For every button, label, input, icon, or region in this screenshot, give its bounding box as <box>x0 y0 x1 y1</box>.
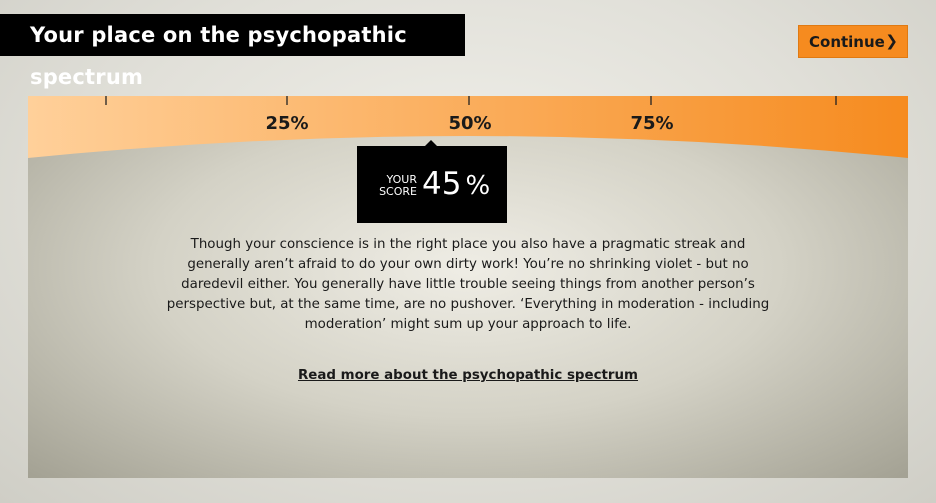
tick-label-75: 75% <box>630 113 674 134</box>
page-title: Your place on the psychopathic spectrum <box>0 14 465 89</box>
result-panel: 25% 50% 75% YOUR SCORE 45% Though your co… <box>28 96 908 478</box>
score-value: 45% <box>422 166 491 202</box>
tick-label-50: 50% <box>448 113 492 134</box>
result-description: Though your conscience is in the right p… <box>166 237 770 332</box>
continue-label: Continue <box>809 32 885 51</box>
chevron-right-icon: ❯ <box>885 32 898 50</box>
continue-button[interactable]: Continue ❯ <box>798 25 908 58</box>
tick-label-25: 25% <box>265 113 309 134</box>
score-label: YOUR SCORE <box>379 173 417 198</box>
score-box: YOUR SCORE 45% <box>357 146 507 223</box>
read-more-link[interactable]: Read more about the psychopathic spectru… <box>28 368 908 383</box>
